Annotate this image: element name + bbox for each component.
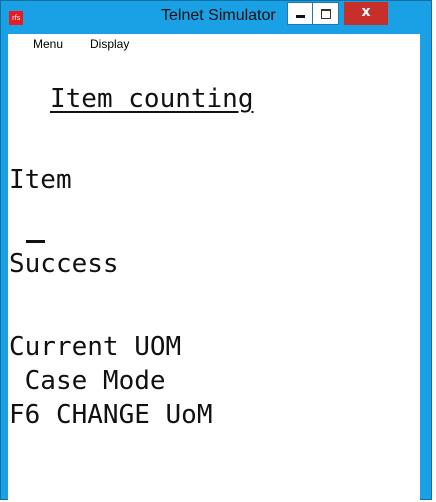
text-cursor bbox=[26, 240, 45, 243]
uom-mode-value: Case Mode bbox=[9, 366, 166, 396]
maximize-button[interactable] bbox=[313, 2, 339, 25]
screen-heading: Item counting bbox=[50, 84, 254, 114]
window-title: Telnet Simulator bbox=[161, 7, 276, 24]
menu-bar: Menu Display bbox=[8, 34, 420, 54]
menu-item-menu[interactable]: Menu bbox=[33, 37, 63, 51]
telnet-simulator-window: rfs Telnet Simulator x Menu Display Item… bbox=[0, 0, 432, 501]
menu-item-display[interactable]: Display bbox=[90, 37, 129, 51]
f6-change-uom-hint: F6 CHANGE UoM bbox=[9, 400, 213, 430]
minimize-button[interactable] bbox=[287, 2, 313, 25]
title-bar[interactable]: rfs Telnet Simulator x bbox=[1, 1, 431, 34]
item-field-label: Item bbox=[9, 165, 72, 195]
status-message: Success bbox=[9, 249, 119, 279]
client-area: Menu Display Item counting Item Success … bbox=[8, 34, 420, 501]
current-uom-label: Current UOM bbox=[9, 332, 182, 362]
terminal-screen[interactable]: Item counting Item Success Current UOM C… bbox=[8, 54, 420, 501]
close-button[interactable]: x bbox=[344, 2, 388, 25]
app-icon[interactable]: rfs bbox=[9, 11, 23, 25]
